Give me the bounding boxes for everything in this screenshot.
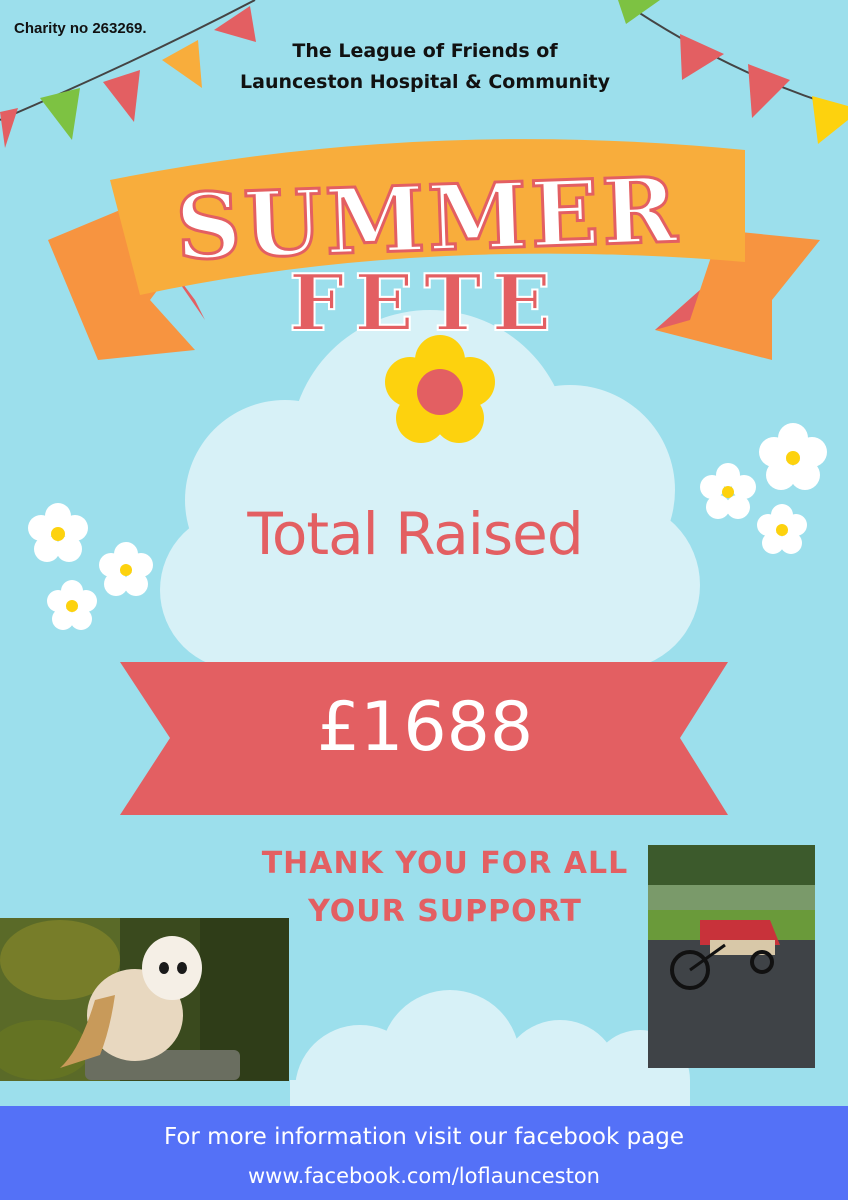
daisy-icon — [759, 423, 827, 490]
facebook-link[interactable]: www.facebook.com/loflaunceston — [0, 1164, 848, 1188]
daisy-icon — [757, 504, 807, 554]
daisy-icon — [99, 542, 153, 596]
thank-you-line-1: THANK YOU FOR ALL — [261, 846, 629, 881]
footer-bar: For more information visit our facebook … — [0, 1106, 848, 1200]
summer-fete-poster: SUMMER FETE Charity no 263269. The Leagu… — [0, 0, 848, 1200]
organisation-line-1: The League of Friends of — [292, 40, 558, 62]
thank-you-message: THANK YOU FOR ALL YOUR SUPPORT — [230, 840, 660, 936]
thank-you-line-2: YOUR SUPPORT — [308, 894, 582, 929]
footer-info-text: For more information visit our facebook … — [163, 1124, 685, 1150]
organisation-line-2: Launceston Hospital & Community — [240, 71, 610, 93]
charity-number: Charity no 263269. — [14, 20, 147, 37]
barn-owl-photo — [0, 918, 289, 1081]
daisy-icon — [700, 463, 756, 519]
daisy-icon — [28, 503, 88, 562]
total-raised-heading: Total Raised — [247, 500, 583, 568]
poster-graphics: SUMMER FETE — [0, 0, 848, 1155]
daisy-icon — [47, 580, 97, 630]
amount-raised: £1688 — [316, 688, 534, 767]
organisation-name: The League of Friends of Launceston Hosp… — [190, 36, 660, 98]
fete-title: FETE — [289, 258, 561, 349]
bicycle-rickshaw-photo — [648, 845, 815, 1068]
